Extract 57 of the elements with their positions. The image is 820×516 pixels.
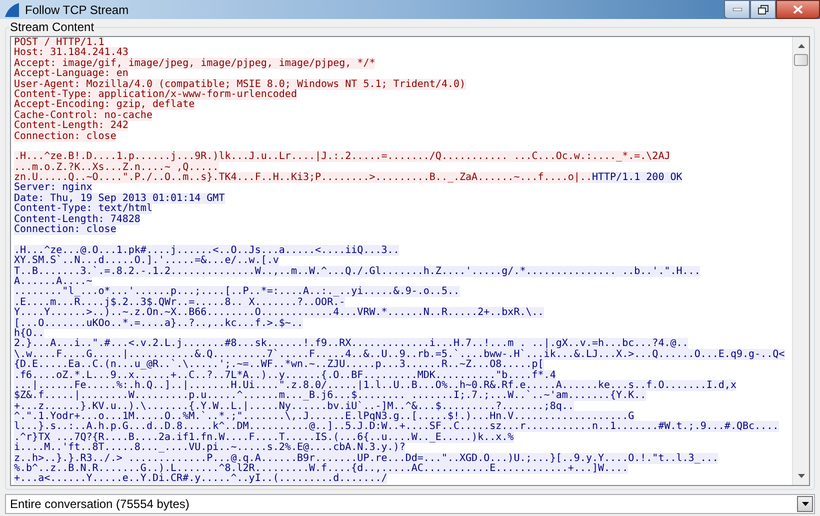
- response-text: .H...^ze...@.O...1.pk#....j......<..O..Js...a.....<....iiQ...3..: [14, 244, 400, 256]
- response-text: {D.E.....Ea..C.(n...u_@R..`.\.....';.~=..WF..*wn.~..ZJU.....p...3......R..~Z...O8.....p[: [14, 359, 544, 370]
- request-text: User-Agent: Mozilla/4.0 (compatible; MSIE 8.0; Windows NT 5.1; Trident/4.0): [14, 78, 466, 90]
- response-text: HTTP/1.1 200 OK: [592, 172, 682, 184]
- response-text: .f6....oZ.*.L...9..x......+..C..?..7L*A..)..y......{.O..BF.........MDK.........."b....f*.4: [14, 370, 556, 380]
- restore-icon: [758, 4, 768, 14]
- response-text: l...}.s..:..A.h.p.G...d..D.8.....k^..DM..........@..]..5.J.D:W..+....SF..C.....sz...r...........n..1.......#W.t.;.9...#.QBc....: [14, 421, 779, 432]
- window-title: Follow TCP Stream: [25, 2, 129, 18]
- scroll-down-icon[interactable]: [798, 474, 804, 478]
- request-text: Connection: close: [14, 130, 116, 142]
- response-text: Date: Thu, 19 Sep 2013 01:01:14 GMT: [14, 192, 225, 204]
- response-text: ...|......Fe.....%:.h.Q..]..|.......H.Ui....".z.8.0/.....|1.l..U..B...O%..h~0.R&.Rf.e.....A......ke...s..f.O.......I.d,x: [14, 380, 736, 391]
- response-text: Content-Type: text/html: [14, 203, 152, 214]
- response-text: Content-Length: 74828: [14, 214, 140, 225]
- request-text: Accept: image/gif, image/jpeg, image/pjpeg, image/pjpeg, */*: [14, 58, 376, 69]
- dropdown-caret-icon: [802, 502, 808, 506]
- response-text: .E....m...R....j$.2..3$.QWr..=.....8.._X.......?..OOR.-: [14, 296, 346, 308]
- request-text: Host: 31.184.241.43: [14, 47, 128, 58]
- response-text: Server: nginx: [14, 182, 92, 194]
- response-text: +...z......}.KV.u..).\.......{.Y.W..L.|.....Ny......bv.iU`..-]M..^&...$.........?.......;8q..: [14, 400, 574, 412]
- maximize-button[interactable]: [750, 0, 776, 19]
- request-text: zn.U.....Q..~O....".P./..O..m..s}.TK4...F..H..Ki3;P........>.........B.._.ZaA......~...f....o|..: [14, 172, 592, 184]
- response-text: h{O..: [14, 328, 44, 339]
- response-text: Connection: close: [14, 224, 116, 236]
- response-text: i....M..'ft..8T.....8..._....VU.pi..~.....s.2%.E@....cbA.N.3.y.)?: [14, 442, 406, 454]
- response-text: T..B.......3.`.=.8.2.-.1.2..............W..,..m..W.^...Q./.Gl.......h.Z....'.....g/.*............... ..b..'.".H...: [14, 266, 700, 277]
- close-button[interactable]: [776, 0, 820, 19]
- response-text: \.w....F....G.....|...........&.Q.........7`.....F.....4..&..U..9..rb.=5.`....bww-.H`...ik...&.LJ...X.>...Q......O...E.q9.g-..Q<: [14, 348, 785, 360]
- show-select[interactable]: Entire conversation (75554 bytes): [5, 494, 815, 514]
- minimize-button[interactable]: [724, 0, 750, 19]
- close-icon: [793, 5, 803, 14]
- response-text: ^.".1.Yodr+...o...1M.....O..%M.`..*.;".......\,.J......E.lPqN3.g..[.....$!.)...Hn.V...................G: [14, 411, 634, 422]
- request-text: Content-Type: application/x-www-form-urlencoded: [14, 88, 297, 100]
- response-text: 2.}...A...i..".#...<.v.2.L.j.......#8...sk......!.f9..RX.............i...H.7..!...m . ..|.gX..v.=h...bc...?4.@..: [14, 338, 688, 350]
- response-text: ........"l_...o*...'......p...;....[..P..*=:....A..:._..yi.....&.9-.o..5..: [14, 286, 460, 298]
- response-text: %.b^..z..B.N.R.......G..).L.......^8.l2R.........W.f....{d..,.....AC...........E............+...]W....: [14, 463, 628, 474]
- response-text: A......A....~: [14, 276, 92, 287]
- response-text: Y....Y......>..)..~.z.On.~X..B66........O............4...VRW.*......N..R.....2+..bxR.\..: [14, 307, 544, 318]
- request-text: Cache-Control: no-cache: [14, 110, 152, 121]
- response-text: z..h>..}.}.R3../.> .............P...@.q.A......B9r.......UP.re...Dd=..."..XGD.O...)U.;...}[..9.y.Y....O.!."t..l.3_...: [14, 452, 718, 464]
- request-text: POST / HTTP/1.1: [14, 37, 104, 48]
- scroll-up-icon[interactable]: [798, 44, 804, 48]
- response-text: $Z&.f.....|........W.........p.u.....^......m..._B.j6...$........ .......I;.7.;...W..`..~'am.......{Y.K..: [14, 390, 646, 402]
- response-text: .^r}TX_...7Q?{R....B....2a.if1.fn.W....F....T.....IS.(...6{..u....W.._E.....)k..x.%: [14, 432, 514, 443]
- request-text: .H...^ze.B!.D....1.p......j...9R.)lk...J.u..Lr....|J.:.2.....=......./Q........... ...C...Oc.w.:...._*.=.\2AJ: [14, 151, 670, 162]
- minimize-icon: [732, 8, 742, 11]
- app-icon: [4, 2, 20, 18]
- scrollbar[interactable]: [792, 37, 809, 485]
- response-text: +...a<......Y.....e..Y.Di.CR#.y.....^..yI..(.........d......./: [14, 473, 388, 484]
- request-text: Content-Length: 242: [14, 120, 128, 132]
- scroll-thumb[interactable]: [794, 54, 808, 66]
- request-text: Accept-Language: en: [14, 68, 128, 80]
- request-text: Accept-Encoding: gzip, deflate: [14, 99, 195, 110]
- group-label: Stream Content: [9, 20, 96, 34]
- request-text: ...m.o.Z.?K..Xs...Z.n....~ ,Q.....: [14, 162, 219, 173]
- response-text: [...O.......uKOo..*.=....a}..?..,..kc...f.>.$~..: [14, 318, 303, 329]
- response-text: XY.SM.S`..N...d.....O.].'.....=&...e/..w.[.v: [14, 255, 279, 266]
